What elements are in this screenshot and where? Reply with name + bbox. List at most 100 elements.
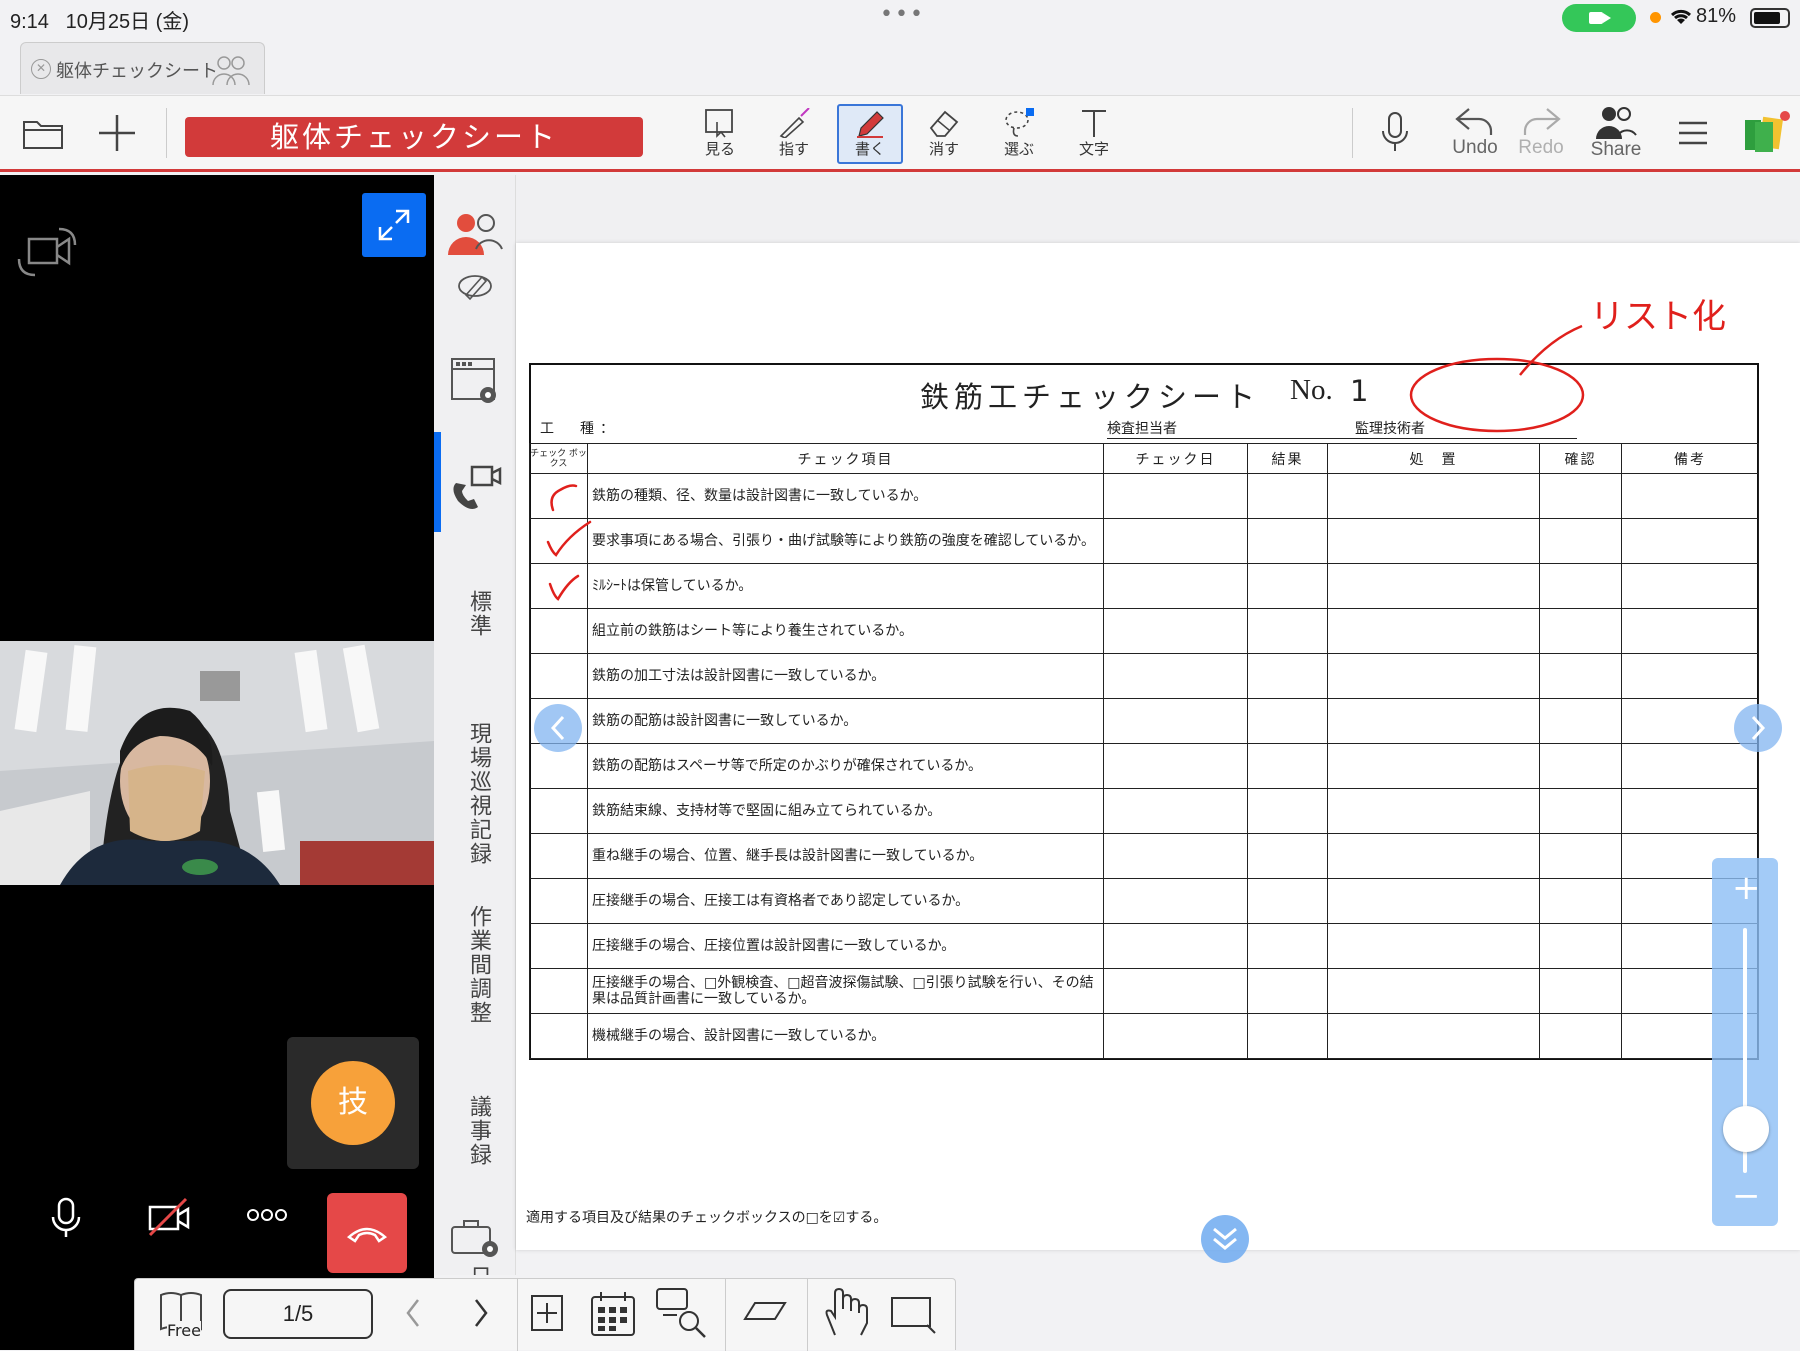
check-date-cell[interactable] (1103, 473, 1248, 519)
action-cell[interactable] (1327, 1013, 1540, 1059)
zoom-slider-thumb[interactable] (1723, 1106, 1769, 1152)
checkbox-cell[interactable] (529, 878, 588, 924)
result-cell[interactable] (1247, 653, 1328, 699)
zoom-in-button[interactable]: + (1732, 868, 1761, 908)
fit-screen-button[interactable] (889, 1295, 937, 1339)
display-settings-button[interactable] (450, 357, 500, 411)
action-cell[interactable] (1327, 473, 1540, 519)
side-tab-work-coordination[interactable]: 作業間調整 (462, 905, 494, 1025)
previous-page-button[interactable] (534, 704, 582, 752)
add-page-button[interactable] (529, 1293, 565, 1337)
confirm-cell[interactable] (1539, 743, 1622, 789)
folder-button[interactable] (18, 96, 68, 170)
result-cell[interactable] (1247, 833, 1328, 879)
confirm-cell[interactable] (1539, 608, 1622, 654)
result-cell[interactable] (1247, 923, 1328, 969)
result-cell[interactable] (1247, 743, 1328, 789)
confirm-cell[interactable] (1539, 518, 1622, 564)
next-page-button[interactable] (1734, 704, 1782, 752)
check-date-cell[interactable] (1103, 833, 1248, 879)
tool-text[interactable]: 文字 (1062, 96, 1126, 170)
action-cell[interactable] (1327, 968, 1540, 1014)
share-button[interactable]: Share (1580, 96, 1652, 170)
result-cell[interactable] (1247, 968, 1328, 1014)
more-options-button[interactable] (245, 1205, 289, 1229)
page-indicator[interactable]: 1/5 (223, 1289, 373, 1339)
confirm-cell[interactable] (1539, 473, 1622, 519)
remarks-cell[interactable] (1621, 653, 1759, 699)
multitask-dots[interactable]: ••• (880, 2, 925, 27)
confirm-cell[interactable] (1539, 878, 1622, 924)
confirm-cell[interactable] (1539, 833, 1622, 879)
action-cell[interactable] (1327, 653, 1540, 699)
redo-button[interactable]: Redo (1506, 96, 1576, 170)
action-cell[interactable] (1327, 788, 1540, 834)
tool-erase[interactable]: 消す (912, 96, 976, 170)
undo-button[interactable]: Undo (1440, 96, 1510, 170)
side-tab-standard[interactable]: 標準 (462, 590, 494, 638)
action-cell[interactable] (1327, 608, 1540, 654)
result-cell[interactable] (1247, 608, 1328, 654)
zoom-out-button[interactable]: − (1732, 1176, 1761, 1216)
close-tab-icon[interactable]: ✕ (31, 59, 51, 79)
result-cell[interactable] (1247, 698, 1328, 744)
checkbox-cell[interactable] (529, 788, 588, 834)
toolbox-button[interactable] (450, 1215, 502, 1263)
tool-view[interactable]: 見る (688, 96, 752, 170)
checkbox-cell[interactable] (529, 653, 588, 699)
check-date-cell[interactable] (1103, 608, 1248, 654)
confirm-cell[interactable] (1539, 968, 1622, 1014)
action-cell[interactable] (1327, 743, 1540, 789)
document-title-button[interactable]: 躯体チェックシート (185, 117, 643, 157)
checkbox-cell[interactable] (529, 563, 588, 609)
switch-camera-button[interactable] (15, 225, 79, 285)
remarks-cell[interactable] (1621, 473, 1759, 519)
checkbox-cell[interactable] (529, 923, 588, 969)
checkbox-cell[interactable] (529, 518, 588, 564)
check-date-cell[interactable] (1103, 563, 1248, 609)
tool-point[interactable]: 指す (762, 96, 826, 170)
video-call-button[interactable] (448, 463, 504, 517)
confirm-cell[interactable] (1539, 1013, 1622, 1059)
hide-annotations-button[interactable] (456, 271, 494, 305)
scroll-down-button[interactable] (1201, 1215, 1249, 1263)
expand-video-button[interactable] (362, 193, 426, 257)
check-date-cell[interactable] (1103, 788, 1248, 834)
participant-card[interactable]: 技 (287, 1037, 419, 1169)
hand-scroll-button[interactable] (821, 1285, 871, 1343)
side-tab-daily[interactable]: 日 (462, 1265, 494, 1275)
tool-select[interactable]: 選ぶ (987, 96, 1051, 170)
check-date-cell[interactable] (1103, 743, 1248, 789)
prev-page-button[interactable] (403, 1297, 423, 1333)
calendar-button[interactable] (589, 1289, 637, 1341)
notes-app-button[interactable] (1738, 96, 1794, 170)
confirm-cell[interactable] (1539, 653, 1622, 699)
camera-off-button[interactable] (146, 1195, 190, 1243)
ruler-button[interactable] (741, 1299, 789, 1327)
check-date-cell[interactable] (1103, 878, 1248, 924)
action-cell[interactable] (1327, 878, 1540, 924)
menu-button[interactable] (1668, 96, 1718, 170)
action-cell[interactable] (1327, 698, 1540, 744)
result-cell[interactable] (1247, 1013, 1328, 1059)
result-cell[interactable] (1247, 563, 1328, 609)
checkbox-cell[interactable] (529, 608, 588, 654)
checkbox-cell[interactable] (529, 968, 588, 1014)
participants-button[interactable] (446, 209, 504, 261)
confirm-cell[interactable] (1539, 788, 1622, 834)
action-cell[interactable] (1327, 923, 1540, 969)
search-document-button[interactable] (655, 1285, 709, 1343)
end-call-button[interactable] (327, 1193, 407, 1273)
check-date-cell[interactable] (1103, 1013, 1248, 1059)
result-cell[interactable] (1247, 473, 1328, 519)
check-date-cell[interactable] (1103, 968, 1248, 1014)
action-cell[interactable] (1327, 833, 1540, 879)
remarks-cell[interactable] (1621, 788, 1759, 834)
checkbox-cell[interactable] (529, 1013, 588, 1059)
remarks-cell[interactable] (1621, 743, 1759, 789)
side-tab-minutes[interactable]: 議事録 (462, 1095, 494, 1167)
microphone-button[interactable] (1370, 96, 1420, 170)
result-cell[interactable] (1247, 878, 1328, 924)
checkbox-cell[interactable] (529, 833, 588, 879)
check-date-cell[interactable] (1103, 698, 1248, 744)
